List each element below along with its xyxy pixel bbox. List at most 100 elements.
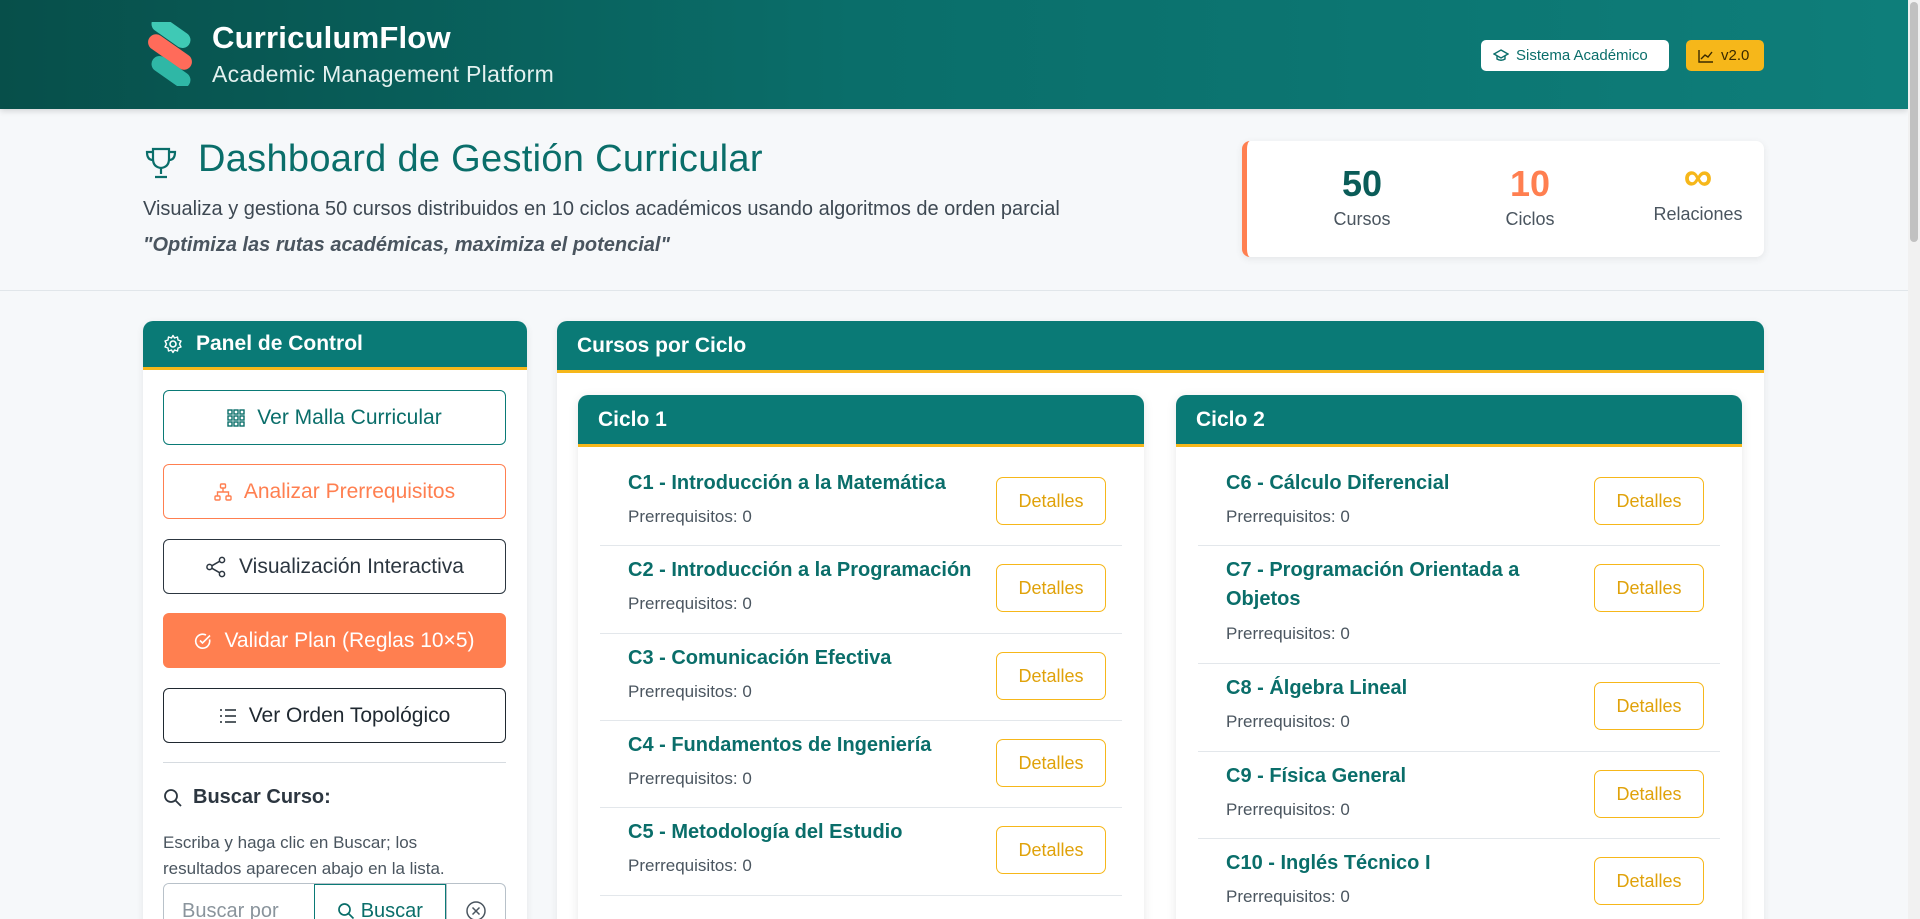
details-button[interactable]: Detalles bbox=[1594, 564, 1704, 612]
cycle-title: Ciclo 1 bbox=[598, 407, 667, 431]
search-course-heading: Buscar Curso: bbox=[163, 786, 331, 809]
course-prerequisites: Prerrequisitos: 0 bbox=[1226, 887, 1350, 906]
course-prerequisites: Prerrequisitos: 0 bbox=[1226, 507, 1350, 526]
check-circle-icon bbox=[195, 632, 212, 649]
course-name[interactable]: C4 - Fundamentos de Ingeniería bbox=[628, 731, 931, 760]
logo-icon bbox=[148, 22, 192, 86]
list-item: C10 - Inglés Técnico I Prerrequisitos: 0… bbox=[1198, 839, 1720, 919]
control-panel-header: Panel de Control bbox=[143, 321, 527, 370]
system-badge: Sistema Académico bbox=[1481, 40, 1669, 71]
top-header: CurriculumFlow Academic Management Platf… bbox=[0, 0, 1908, 109]
version-badge: v2.0 bbox=[1686, 40, 1764, 71]
search-input[interactable] bbox=[164, 884, 314, 919]
course-name[interactable]: C8 - Álgebra Lineal bbox=[1226, 674, 1407, 703]
hierarchy-icon bbox=[214, 482, 232, 501]
details-button[interactable]: Detalles bbox=[996, 564, 1106, 612]
list-item: C5 - Metodología del Estudio Prerrequisi… bbox=[600, 808, 1122, 896]
course-name[interactable]: C2 - Introducción a la Programación bbox=[628, 556, 971, 585]
course-prerequisites: Prerrequisitos: 0 bbox=[628, 594, 752, 613]
control-panel-title: Panel de Control bbox=[196, 332, 363, 355]
list-item: C1 - Introducción a la Matemática Prerre… bbox=[600, 459, 1122, 546]
course-name[interactable]: C1 - Introducción a la Matemática bbox=[628, 469, 946, 498]
course-prerequisites: Prerrequisitos: 0 bbox=[628, 769, 752, 788]
page-description: Visualiza y gestiona 50 cursos distribui… bbox=[143, 198, 1060, 220]
details-button[interactable]: Detalles bbox=[1594, 770, 1704, 818]
list-item: C3 - Comunicación Efectiva Prerrequisito… bbox=[600, 634, 1122, 721]
cycle-title: Ciclo 2 bbox=[1196, 407, 1265, 431]
details-button[interactable]: Detalles bbox=[1594, 682, 1704, 730]
details-button[interactable]: Detalles bbox=[1594, 477, 1704, 525]
brand-subtitle: Academic Management Platform bbox=[212, 61, 555, 87]
search-icon bbox=[337, 903, 354, 919]
cycle-header: Ciclo 2 bbox=[1176, 395, 1742, 447]
stat-courses: 50 Cursos bbox=[1287, 141, 1437, 230]
panel-divider bbox=[163, 762, 506, 763]
stat-courses-label: Cursos bbox=[1333, 209, 1391, 229]
details-button[interactable]: Detalles bbox=[996, 477, 1106, 525]
list-item: C2 - Introducción a la Programación Prer… bbox=[600, 546, 1122, 634]
search-button[interactable]: Buscar bbox=[314, 884, 446, 919]
validate-plan-button[interactable]: Validar Plan (Reglas 10×5) bbox=[163, 613, 506, 668]
stat-relations-label: Relaciones bbox=[1653, 204, 1743, 224]
stat-cycles-label: Ciclos bbox=[1505, 209, 1555, 229]
details-button[interactable]: Detalles bbox=[996, 652, 1106, 700]
search-bar: Buscar bbox=[163, 883, 506, 919]
stat-relations-value: ∞ bbox=[1683, 155, 1713, 199]
topological-order-label: Ver Orden Topológico bbox=[248, 703, 451, 727]
list-item: C7 - Programación Orientada a Objetos Pr… bbox=[1198, 546, 1720, 664]
grid-icon bbox=[227, 408, 245, 427]
analyze-prerequisites-button[interactable]: Analizar Prerrequisitos bbox=[163, 464, 506, 519]
share-nodes-icon bbox=[206, 556, 226, 577]
close-circle-icon bbox=[466, 901, 486, 919]
course-prerequisites: Prerrequisitos: 0 bbox=[628, 507, 752, 526]
validate-plan-label: Validar Plan (Reglas 10×5) bbox=[224, 628, 475, 652]
course-name[interactable]: C10 - Inglés Técnico I bbox=[1226, 849, 1431, 878]
list-item: C9 - Física General Prerrequisitos: 0 De… bbox=[1198, 752, 1720, 839]
stats-card: 50 Cursos 10 Ciclos ∞ Relaciones bbox=[1242, 141, 1764, 257]
list-icon bbox=[219, 708, 236, 723]
course-prerequisites: Prerrequisitos: 0 bbox=[628, 856, 752, 875]
search-button-label: Buscar bbox=[360, 899, 423, 919]
scrollbar-thumb[interactable] bbox=[1910, 2, 1918, 242]
course-prerequisites: Prerrequisitos: 0 bbox=[1226, 800, 1350, 819]
course-name[interactable]: C6 - Cálculo Diferencial bbox=[1226, 469, 1449, 498]
graduation-cap-icon bbox=[1493, 48, 1509, 61]
clear-search-button[interactable] bbox=[445, 884, 505, 919]
gear-icon bbox=[164, 334, 182, 354]
search-help-text: Escriba y haga clic en Buscar; los resul… bbox=[163, 833, 445, 878]
details-button[interactable]: Detalles bbox=[996, 826, 1106, 874]
details-button[interactable]: Detalles bbox=[996, 739, 1106, 787]
cycle-header: Ciclo 1 bbox=[578, 395, 1144, 447]
version-badge-label: v2.0 bbox=[1721, 47, 1750, 64]
view-curriculum-label: Ver Malla Curricular bbox=[257, 405, 442, 429]
courses-by-cycle-panel: Cursos por Ciclo Ciclo 1 C1 - Introducci… bbox=[557, 321, 1764, 919]
search-course-label: Buscar Curso: bbox=[193, 786, 331, 808]
brand-title: CurriculumFlow bbox=[212, 20, 451, 55]
details-button[interactable]: Detalles bbox=[1594, 857, 1704, 905]
topological-order-button[interactable]: Ver Orden Topológico bbox=[163, 688, 506, 743]
course-name[interactable]: C9 - Física General bbox=[1226, 762, 1406, 791]
chart-line-icon bbox=[1698, 49, 1713, 63]
course-list: C6 - Cálculo Diferencial Prerrequisitos:… bbox=[1198, 459, 1720, 919]
search-icon bbox=[164, 788, 182, 807]
course-name[interactable]: C7 - Programación Orientada a Objetos bbox=[1226, 556, 1546, 614]
page-quote: "Optimiza las rutas académicas, maximiza… bbox=[143, 234, 670, 256]
course-list: C1 - Introducción a la Matemática Prerre… bbox=[600, 459, 1122, 896]
course-prerequisites: Prerrequisitos: 0 bbox=[1226, 624, 1350, 643]
section-divider bbox=[0, 290, 1908, 291]
stat-relations: ∞ Relaciones bbox=[1623, 141, 1773, 225]
cycle-card-1: Ciclo 1 C1 - Introducción a la Matemátic… bbox=[578, 395, 1144, 919]
courses-panel-header: Cursos por Ciclo bbox=[557, 321, 1764, 373]
interactive-visualization-button[interactable]: Visualización Interactiva bbox=[163, 539, 506, 594]
control-panel: Panel de Control Ver Malla Curricular An… bbox=[143, 321, 527, 919]
course-prerequisites: Prerrequisitos: 0 bbox=[628, 682, 752, 701]
list-item: C4 - Fundamentos de Ingeniería Prerrequi… bbox=[600, 721, 1122, 808]
view-curriculum-button[interactable]: Ver Malla Curricular bbox=[163, 390, 506, 445]
stat-courses-value: 50 bbox=[1341, 163, 1383, 204]
course-name[interactable]: C5 - Metodología del Estudio bbox=[628, 818, 902, 847]
cycle-card-2: Ciclo 2 C6 - Cálculo Diferencial Prerreq… bbox=[1176, 395, 1742, 919]
trophy-icon bbox=[145, 147, 177, 179]
course-prerequisites: Prerrequisitos: 0 bbox=[1226, 712, 1350, 731]
list-item: C8 - Álgebra Lineal Prerrequisitos: 0 De… bbox=[1198, 664, 1720, 752]
course-name[interactable]: C3 - Comunicación Efectiva bbox=[628, 644, 891, 673]
